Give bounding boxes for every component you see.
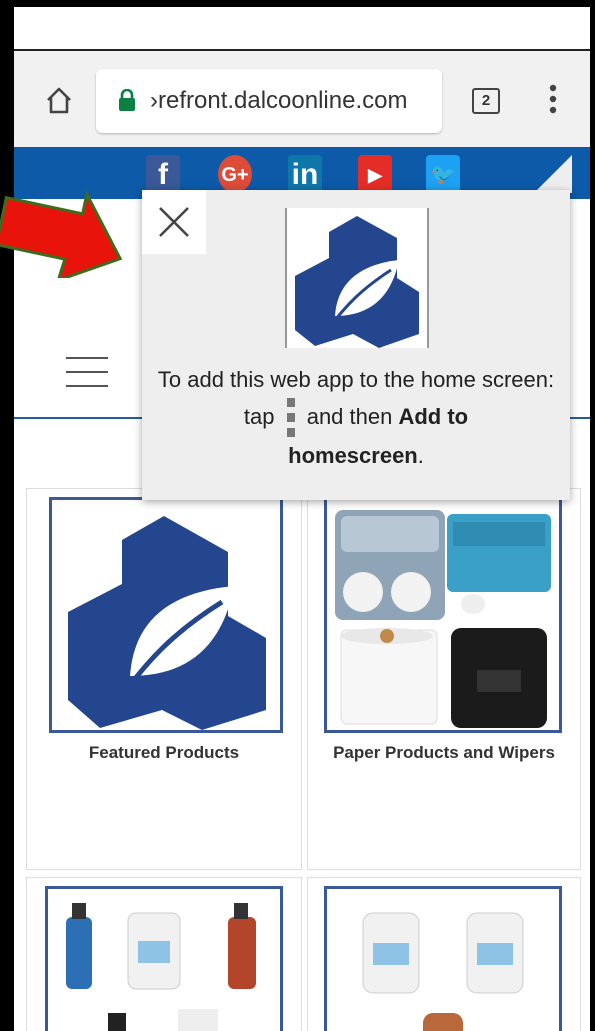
- close-icon: [159, 207, 189, 237]
- popup-text-bold1: Add to: [398, 403, 469, 429]
- product-thumb-featured: [49, 497, 283, 733]
- dalco-logo-icon: [295, 216, 419, 348]
- googleplus-icon[interactable]: G+: [218, 155, 252, 193]
- add-to-homescreen-popup: To add this web app to the home screen: …: [142, 190, 570, 500]
- youtube-icon[interactable]: ▶: [358, 155, 392, 193]
- red-arrow-annotation: [0, 189, 123, 278]
- product-card-4[interactable]: [307, 877, 581, 1031]
- popup-text-bold2: homescreen: [288, 443, 418, 468]
- linkedin-icon[interactable]: in: [288, 155, 322, 193]
- product-thumb-3: [45, 886, 283, 1031]
- tab-switcher-button[interactable]: 2: [472, 88, 500, 114]
- product-card-3[interactable]: [26, 877, 302, 1031]
- hamburger-menu-icon[interactable]: [66, 357, 108, 387]
- product-thumb-4: [324, 886, 562, 1031]
- phone-screen: ›refront.dalcoonline.com 2 f G+ in ▶ 🐦 F…: [0, 0, 595, 1031]
- home-icon[interactable]: [44, 85, 74, 115]
- cleaning-bottles-image: [66, 903, 256, 1031]
- url-bar[interactable]: ›refront.dalcoonline.com: [96, 69, 442, 133]
- facebook-icon[interactable]: f: [146, 155, 180, 193]
- popup-instructions: To add this web app to the home screen: …: [156, 362, 556, 474]
- close-popup-button[interactable]: [142, 190, 206, 254]
- url-text: ›refront.dalcoonline.com: [150, 87, 408, 114]
- popup-text-middle: and then: [306, 403, 393, 429]
- product-thumb-paper: [324, 497, 562, 733]
- dalco-logo-icon: [68, 516, 266, 730]
- app-logo: [285, 208, 429, 348]
- browser-toolbar: ›refront.dalcoonline.com 2: [14, 51, 590, 147]
- popup-text-end: .: [417, 443, 424, 468]
- product-label[interactable]: Featured Products: [27, 743, 301, 763]
- paper-products-image: [335, 510, 551, 728]
- product-card-paper[interactable]: Paper Products and Wipers: [307, 488, 581, 870]
- lock-icon: [119, 89, 135, 111]
- cleaning-jugs-image: [362, 912, 524, 1031]
- popup-pointer: [534, 155, 572, 193]
- menu-dots-icon: [286, 398, 295, 438]
- status-bar: [14, 7, 590, 51]
- overflow-menu-icon[interactable]: [548, 83, 558, 115]
- product-card-featured[interactable]: Featured Products: [26, 488, 302, 870]
- twitter-icon[interactable]: 🐦: [426, 155, 460, 193]
- product-label[interactable]: Paper Products and Wipers: [308, 743, 580, 763]
